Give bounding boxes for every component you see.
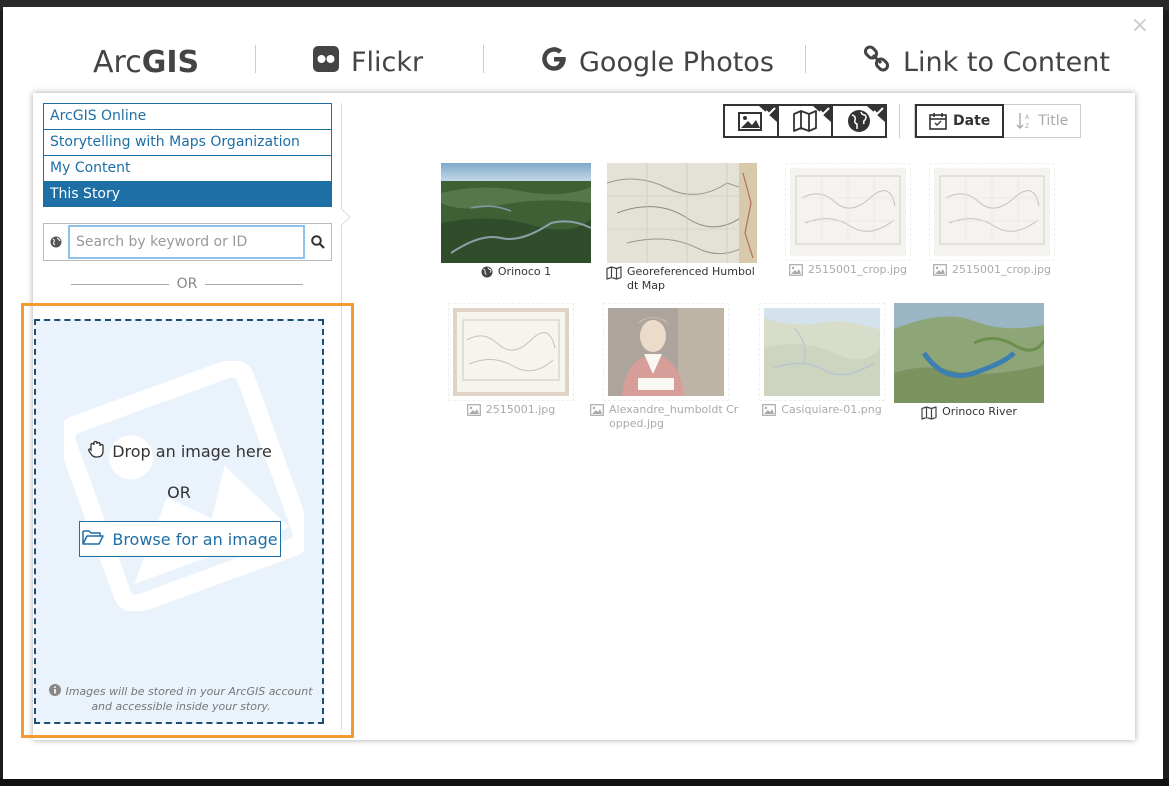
item-thumbnail <box>929 163 1055 261</box>
close-button[interactable]: × <box>1131 15 1149 37</box>
image-icon <box>762 404 777 416</box>
hand-icon <box>86 439 106 463</box>
svg-text:A: A <box>1025 114 1030 121</box>
result-item[interactable]: 2515001_crop.jpg <box>914 163 1070 277</box>
storage-note: Images will be stored in your ArcGIS acc… <box>46 684 316 714</box>
source-list: ArcGIS Online Storytelling with Maps Org… <box>43 103 332 207</box>
item-thumbnail <box>607 163 757 263</box>
arcgis-logo: ArcGIS <box>93 44 200 80</box>
item-thumbnail <box>894 303 1044 403</box>
item-thumbnail <box>603 303 729 401</box>
tab-link-to-content[interactable]: Link to Content <box>863 37 1110 87</box>
result-item[interactable]: Casiquiare-01.png <box>744 303 900 417</box>
map-icon <box>921 406 937 420</box>
search-icon[interactable] <box>305 224 331 260</box>
result-item[interactable]: Georeferenced Humboldt Map <box>604 163 760 293</box>
map-icon <box>606 266 622 280</box>
drop-title: Drop an image here <box>112 441 272 461</box>
item-thumbnail <box>441 163 591 263</box>
sort-alpha-icon: AZ <box>1016 113 1030 130</box>
content-panel: ArcGIS Online Storytelling with Maps Org… <box>21 93 1135 740</box>
tab-arcgis[interactable]: ArcGIS <box>93 37 199 87</box>
item-thumbnail <box>785 163 911 261</box>
check-icon <box>813 106 831 122</box>
google-icon <box>541 46 567 79</box>
tab-google-photos[interactable]: Google Photos <box>541 37 774 87</box>
result-item[interactable]: Orinoco 1 <box>438 163 594 279</box>
source-arcgis-online[interactable]: ArcGIS Online <box>43 103 332 129</box>
item-thumbnail <box>448 303 574 401</box>
image-icon <box>933 264 947 276</box>
image-filter-toggle[interactable] <box>723 104 779 138</box>
browse-media-dialog: × ArcGIS Flickr Google Photos Link to Co… <box>3 7 1163 779</box>
result-item[interactable]: 2515001.jpg <box>433 303 589 417</box>
search-input[interactable] <box>68 225 305 259</box>
source-this-story[interactable]: This Story <box>43 181 332 207</box>
calendar-icon <box>929 113 947 130</box>
image-icon <box>466 404 481 416</box>
source-my-content[interactable]: My Content <box>43 155 332 181</box>
source-organization[interactable]: Storytelling with Maps Organization <box>43 129 332 155</box>
check-icon <box>759 106 777 122</box>
scene-filter-toggle[interactable] <box>831 104 887 138</box>
globe-icon <box>44 224 68 260</box>
item-thumbnail <box>759 303 885 401</box>
map-filter-toggle[interactable] <box>777 104 833 138</box>
folder-open-icon <box>82 528 105 550</box>
result-item[interactable]: Orinoco River <box>891 303 1047 420</box>
result-item[interactable]: 2515001_crop.jpg <box>770 163 926 277</box>
search-box <box>43 223 332 261</box>
image-drop-zone[interactable]: Drop an image here OR Browse for an imag… <box>34 319 324 724</box>
svg-text:Z: Z <box>1025 123 1029 130</box>
sort-control: Date AZ Title <box>914 104 1082 138</box>
or-separator: OR <box>71 276 303 292</box>
result-item[interactable]: Alexandre_humboldt Cropped.jpg <box>588 303 744 431</box>
flickr-icon <box>313 45 339 79</box>
browse-image-button[interactable]: Browse for an image <box>79 521 281 557</box>
sort-by-title-button[interactable]: AZ Title <box>1004 105 1080 137</box>
results-toolbar: Date AZ Title <box>723 103 1082 139</box>
image-icon <box>789 264 803 276</box>
provider-tabs: ArcGIS Flickr Google Photos Link to Cont… <box>33 37 1133 87</box>
background-footer <box>0 778 1169 786</box>
sort-by-date-button[interactable]: Date <box>915 104 1005 138</box>
link-icon <box>863 44 891 80</box>
image-icon <box>590 404 604 416</box>
drop-or-label: OR <box>167 483 191 502</box>
check-icon <box>867 106 885 122</box>
scene-icon <box>481 266 493 278</box>
info-icon <box>49 684 62 696</box>
tab-flickr[interactable]: Flickr <box>313 37 423 87</box>
upload-highlight: Drop an image here OR Browse for an imag… <box>21 303 354 738</box>
